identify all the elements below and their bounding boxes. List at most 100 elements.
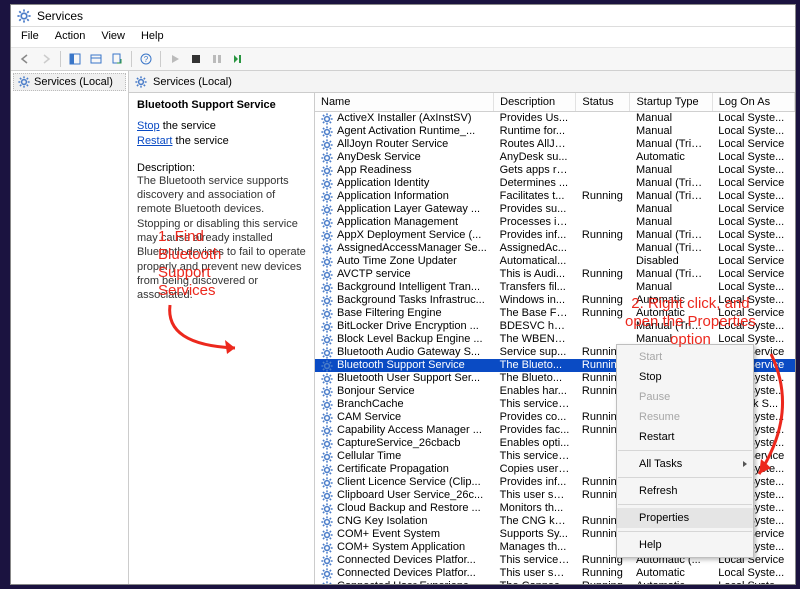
service-name: Application Management — [337, 216, 458, 229]
table-row[interactable]: Background Intelligent Tran...Transfers … — [315, 281, 795, 294]
tree-pane: Services (Local) — [11, 71, 129, 584]
service-name: Application Information — [337, 190, 449, 203]
service-status: Running — [576, 268, 630, 281]
service-logon: Local Syste... — [712, 229, 794, 242]
table-row[interactable]: Background Tasks Infrastruc...Windows in… — [315, 294, 795, 307]
service-name: AllJoyn Router Service — [337, 138, 448, 151]
service-gear-icon — [321, 113, 333, 125]
column-header[interactable]: Name — [315, 93, 494, 112]
menu-view[interactable]: View — [93, 27, 133, 47]
menu-action[interactable]: Action — [47, 27, 94, 47]
table-row[interactable]: App ReadinessGets apps re...ManualLocal … — [315, 164, 795, 177]
column-header[interactable]: Description — [494, 93, 576, 112]
table-row[interactable]: BitLocker Drive Encryption ...BDESVC hos… — [315, 320, 795, 333]
service-startup: Disabled — [630, 255, 712, 268]
service-description: The Blueto... — [494, 359, 576, 372]
table-row[interactable]: Agent Activation Runtime_...Runtime for.… — [315, 125, 795, 138]
service-name: Client Licence Service (Clip... — [337, 476, 481, 489]
stop-service-button[interactable] — [186, 49, 206, 69]
table-row[interactable]: AppX Deployment Service (...Provides inf… — [315, 229, 795, 242]
service-description: Manages th... — [494, 541, 576, 554]
service-logon: Local Service — [712, 255, 794, 268]
service-name: COM+ System Application — [337, 541, 465, 554]
service-status — [576, 112, 630, 126]
service-description: Transfers fil... — [494, 281, 576, 294]
service-status — [576, 151, 630, 164]
pause-service-button[interactable] — [207, 49, 227, 69]
back-button[interactable] — [15, 49, 35, 69]
context-menu-stop[interactable]: Stop — [617, 367, 753, 387]
service-description: The Base Fil... — [494, 307, 576, 320]
table-row[interactable]: Connected User Experienc...The Connec...… — [315, 580, 795, 584]
service-description: Windows in... — [494, 294, 576, 307]
context-menu-properties[interactable]: Properties — [617, 508, 753, 528]
service-description: AnyDesk su... — [494, 151, 576, 164]
help-button[interactable]: ? — [136, 49, 156, 69]
service-logon: Local Service — [712, 307, 794, 320]
context-menu-all-tasks[interactable]: All Tasks — [617, 454, 753, 474]
service-status — [576, 255, 630, 268]
context-menu-restart[interactable]: Restart — [617, 427, 753, 447]
service-startup: Manual (Trig... — [630, 177, 712, 190]
service-logon: Local Syste... — [712, 580, 794, 584]
service-description: Facilitates t... — [494, 190, 576, 203]
restart-suffix: the service — [172, 135, 228, 147]
service-name: AVCTP service — [337, 268, 411, 281]
show-hide-tree-button[interactable] — [65, 49, 85, 69]
toolbar-separator — [60, 51, 61, 67]
service-logon: Local Syste... — [712, 567, 794, 580]
table-row[interactable]: Application ManagementProcesses in...Man… — [315, 216, 795, 229]
table-row[interactable]: AssignedAccessManager Se...AssignedAc...… — [315, 242, 795, 255]
service-gear-icon — [321, 425, 333, 437]
table-row[interactable]: Application IdentityDetermines ...Manual… — [315, 177, 795, 190]
menu-help[interactable]: Help — [133, 27, 172, 47]
service-description: This service ... — [494, 554, 576, 567]
service-name: COM+ Event System — [337, 528, 440, 541]
service-startup: Automatic — [630, 151, 712, 164]
table-row[interactable]: ActiveX Installer (AxInstSV)Provides Us.… — [315, 112, 795, 126]
service-status — [576, 242, 630, 255]
export-button[interactable] — [107, 49, 127, 69]
context-menu: StartStopPauseResumeRestartAll TasksRefr… — [616, 344, 754, 558]
service-logon: Local Syste... — [712, 216, 794, 229]
service-gear-icon — [321, 477, 333, 489]
table-row[interactable]: Application InformationFacilitates t...R… — [315, 190, 795, 203]
forward-button[interactable] — [36, 49, 56, 69]
service-description: Runtime for... — [494, 125, 576, 138]
table-row[interactable]: AnyDesk ServiceAnyDesk su...AutomaticLoc… — [315, 151, 795, 164]
table-row[interactable]: AVCTP serviceThis is Audi...RunningManua… — [315, 268, 795, 281]
service-gear-icon — [321, 295, 333, 307]
service-gear-icon — [321, 555, 333, 567]
column-header[interactable]: Log On As — [712, 93, 794, 112]
context-menu-separator — [618, 477, 752, 478]
restart-service-button[interactable] — [228, 49, 248, 69]
column-header[interactable]: Status — [576, 93, 630, 112]
main-header: Services (Local) — [129, 71, 795, 93]
table-row[interactable]: Base Filtering EngineThe Base Fil...Runn… — [315, 307, 795, 320]
service-name: ActiveX Installer (AxInstSV) — [337, 112, 472, 125]
table-row[interactable]: Auto Time Zone UpdaterAutomatical...Disa… — [315, 255, 795, 268]
stop-link[interactable]: Stop — [137, 120, 160, 132]
context-menu-refresh[interactable]: Refresh — [617, 481, 753, 501]
service-description: Provides fac... — [494, 424, 576, 437]
service-startup: Manual — [630, 164, 712, 177]
table-row[interactable]: Connected Devices Platfor...This user se… — [315, 567, 795, 580]
service-description: This is Audi... — [494, 268, 576, 281]
service-description: Provides su... — [494, 203, 576, 216]
column-header[interactable]: Startup Type — [630, 93, 712, 112]
service-status — [576, 216, 630, 229]
service-logon: Local Syste... — [712, 112, 794, 126]
restart-link[interactable]: Restart — [137, 135, 172, 147]
context-menu-help[interactable]: Help — [617, 535, 753, 555]
service-gear-icon — [321, 529, 333, 541]
start-service-button[interactable] — [165, 49, 185, 69]
service-logon: Local Syste... — [712, 125, 794, 138]
tree-node-label: Services (Local) — [34, 76, 113, 88]
properties-toolbar-button[interactable] — [86, 49, 106, 69]
table-row[interactable]: AllJoyn Router ServiceRoutes AllJo...Man… — [315, 138, 795, 151]
menu-file[interactable]: File — [13, 27, 47, 47]
tree-node-services-local[interactable]: Services (Local) — [13, 73, 126, 91]
service-status: Running — [576, 567, 630, 580]
table-row[interactable]: Application Layer Gateway ...Provides su… — [315, 203, 795, 216]
gear-icon — [135, 76, 147, 88]
